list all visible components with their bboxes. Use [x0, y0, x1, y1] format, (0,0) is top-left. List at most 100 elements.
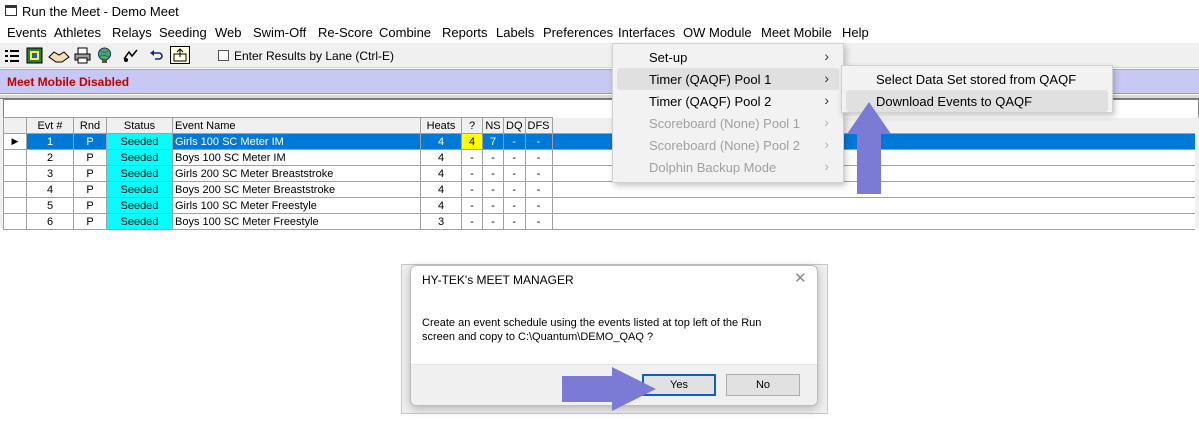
menu-relays[interactable]: Relays	[112, 25, 152, 40]
header-question[interactable]: ?	[461, 117, 483, 134]
menu-labels[interactable]: Labels	[496, 25, 534, 40]
table-row[interactable]: 3 P Seeded Girls 200 SC Meter Breaststroke 4…	[3, 165, 1195, 182]
dialog-message-line-2: screen and copy to C:\Quantum\DEMO_QAQ ?	[422, 331, 654, 343]
cell-event-name: Girls 100 SC Meter IM	[172, 133, 421, 150]
cell-question: -	[461, 197, 483, 214]
cell-question: -	[461, 165, 483, 182]
cell-heats: 4	[420, 181, 462, 198]
table-row[interactable]: ▶ 1 P Seeded Girls 100 SC Meter IM 4 4 7- -	[3, 133, 1195, 150]
chevron-right-icon: ›	[824, 114, 829, 130]
menu-seeding[interactable]: Seeding	[159, 25, 207, 40]
undo-icon[interactable]	[148, 47, 165, 64]
row-indicator[interactable]	[3, 165, 27, 182]
row-indicator[interactable]	[3, 213, 27, 230]
cell-rnd: P	[73, 149, 107, 166]
no-button[interactable]: No	[726, 374, 800, 396]
menu-reports[interactable]: Reports	[442, 25, 488, 40]
title-bar: Run the Meet - Demo Meet	[0, 0, 1199, 22]
cell-dq: -	[503, 149, 526, 166]
events-table: Evt # Rnd Status Event Name Heats ? NS D…	[3, 117, 1195, 230]
cell-evt-num: 4	[26, 181, 74, 198]
cell-dq: -	[503, 133, 526, 150]
cell-dq: -	[503, 165, 526, 182]
header-ns[interactable]: NS	[482, 117, 504, 134]
cell-rnd: P	[73, 165, 107, 182]
cell-ns: -	[482, 181, 504, 198]
header-evt-num[interactable]: Evt #	[26, 117, 74, 134]
cell-heats: 4	[420, 165, 462, 182]
menu-web[interactable]: Web	[215, 25, 242, 40]
callout-arrow-up-icon	[845, 100, 893, 196]
menu-item-timer-pool-1[interactable]: Timer (QAQF) Pool 1 ›	[617, 68, 839, 90]
enter-by-lane-checkbox[interactable]	[218, 50, 229, 61]
cell-dfs: -	[524, 133, 553, 150]
menu-meet-mobile[interactable]: Meet Mobile	[761, 25, 832, 40]
cell-rnd: P	[73, 213, 107, 230]
printer-icon[interactable]	[74, 47, 91, 64]
menu-interfaces[interactable]: Interfaces	[618, 25, 675, 40]
dialog-message-line-1: Create an event schedule using the event…	[422, 317, 762, 329]
cell-question: -	[461, 213, 483, 230]
export-icon[interactable]	[170, 46, 190, 64]
close-icon[interactable]: ✕	[794, 269, 807, 287]
menu-help[interactable]: Help	[842, 25, 869, 40]
meet-mobile-status-text: Meet Mobile Disabled	[7, 75, 130, 89]
table-row[interactable]: 5 P Seeded Girls 100 SC Meter Freestyle 4- - -…	[3, 197, 1195, 214]
cell-ns: -	[482, 149, 504, 166]
cell-heats: 4	[420, 133, 462, 150]
menu-item-select-data-set[interactable]: Select Data Set stored from QAQF	[846, 68, 1108, 90]
header-status[interactable]: Status	[106, 117, 173, 134]
menu-swim-off[interactable]: Swim-Off	[253, 25, 306, 40]
chevron-right-icon: ›	[824, 158, 829, 174]
callout-arrow-right-icon	[562, 367, 658, 411]
relay-icon[interactable]	[122, 47, 139, 64]
row-filler	[552, 213, 1195, 230]
cell-dfs: -	[524, 181, 553, 198]
grid-icon[interactable]	[4, 47, 21, 64]
menu-ow-module[interactable]: OW Module	[683, 25, 752, 40]
row-indicator[interactable]	[3, 181, 27, 198]
header-heats[interactable]: Heats	[420, 117, 462, 134]
globe-icon[interactable]	[96, 47, 113, 64]
cell-dq: -	[503, 213, 526, 230]
menu-athletes[interactable]: Athletes	[54, 25, 101, 40]
menu-combine[interactable]: Combine	[379, 25, 431, 40]
enter-by-lane-label: Enter Results by Lane (Ctrl-E)	[234, 49, 395, 63]
cell-event-name: Boys 200 SC Meter Breaststroke	[172, 181, 421, 198]
dialog-message: Create an event schedule using the event…	[422, 316, 812, 344]
table-row[interactable]: 6 P Seeded Boys 100 SC Meter Freestyle 3- - - -	[3, 213, 1195, 230]
window-title: Run the Meet - Demo Meet	[22, 4, 179, 19]
cell-ns: -	[482, 165, 504, 182]
cell-status: Seeded	[106, 133, 173, 150]
chevron-right-icon: ›	[824, 48, 829, 64]
cell-event-name: Girls 100 SC Meter Freestyle	[172, 197, 421, 214]
row-indicator[interactable]	[3, 149, 27, 166]
cell-evt-num: 5	[26, 197, 74, 214]
header-dq[interactable]: DQ	[503, 117, 526, 134]
cell-status: Seeded	[106, 165, 173, 182]
menu-item-setup[interactable]: Set-up ›	[617, 46, 839, 68]
table-row[interactable]: 2 P Seeded Boys 100 SC Meter IM 4- - - -	[3, 149, 1195, 166]
cell-question: -	[461, 181, 483, 198]
row-indicator[interactable]	[3, 197, 27, 214]
app-icon	[5, 5, 17, 16]
chevron-right-icon: ›	[824, 92, 829, 108]
header-dfs[interactable]: DFS	[524, 117, 553, 134]
row-pointer-icon[interactable]: ▶	[3, 133, 27, 150]
table-row[interactable]: 4 P Seeded Boys 200 SC Meter Breaststroke 4-…	[3, 181, 1195, 198]
menu-item-timer-pool-2[interactable]: Timer (QAQF) Pool 2 ›	[617, 90, 839, 112]
cell-status: Seeded	[106, 197, 173, 214]
cell-evt-num: 1	[26, 133, 74, 150]
menu-events[interactable]: Events	[7, 25, 47, 40]
menu-re-score[interactable]: Re-Score	[318, 25, 373, 40]
header-rnd[interactable]: Rnd	[73, 117, 107, 134]
row-filler	[552, 197, 1195, 214]
cell-heats: 3	[420, 213, 462, 230]
scoreboard-icon[interactable]	[26, 47, 43, 64]
header-event-name[interactable]: Event Name	[172, 117, 421, 134]
menu-preferences[interactable]: Preferences	[543, 25, 613, 40]
cell-question: -	[461, 149, 483, 166]
header-indicator	[3, 117, 27, 134]
handshake-icon[interactable]	[48, 47, 70, 64]
cell-dfs: -	[524, 149, 553, 166]
